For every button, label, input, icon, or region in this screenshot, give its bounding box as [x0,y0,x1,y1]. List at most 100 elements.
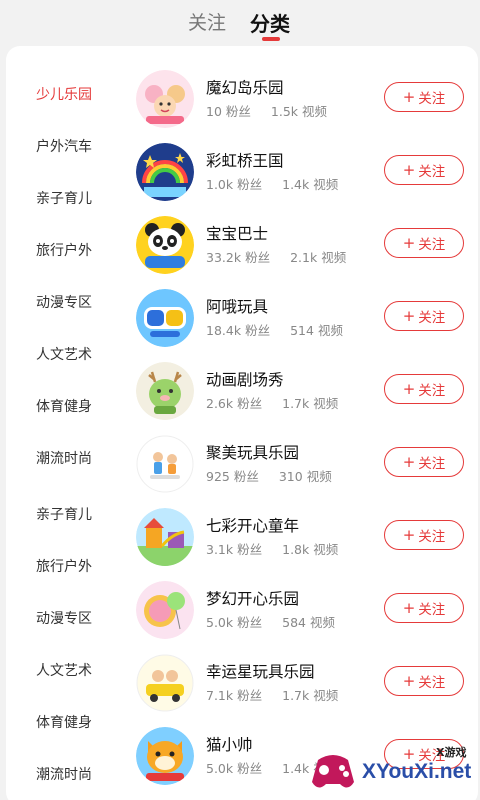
follow-button[interactable]: + 关注 [384,520,464,550]
fans-unit: 粉丝 [245,323,271,338]
active-tab-indicator [262,37,280,41]
follow-button[interactable]: + 关注 [384,447,464,477]
fans-count: 10 [206,104,222,119]
balloon-avatar-icon[interactable] [136,581,194,639]
cartoon-kids-avatar-icon[interactable] [136,70,194,128]
channel-stats: 2.6k 粉丝 1.7k 视频 [206,393,342,412]
channel-name[interactable]: 幸运星玩具乐园 [206,660,315,682]
channel-stats: 5.0k 粉丝 584 视频 [206,612,339,631]
fans-unit: 粉丝 [237,688,263,703]
fans-count: 7.1k [206,688,234,703]
channel-row[interactable]: 魔幻岛乐园 10 粉丝 1.5k 视频 + 关注 [136,70,472,130]
plus-icon: + [402,379,416,398]
tab-follow[interactable]: 关注 [188,8,226,35]
sidebar-item-parenting-2[interactable]: 亲子育儿 [36,504,92,524]
rainbow-stars-avatar-icon[interactable] [136,143,194,201]
plus-icon: + [402,160,416,179]
videos-unit: 视频 [313,542,339,557]
channel-name[interactable]: 阿哦玩具 [206,295,268,317]
videos-unit: 视频 [309,615,335,630]
follow-button[interactable]: + 关注 [384,228,464,258]
plus-icon: + [402,233,416,252]
sidebar-item-fashion[interactable]: 潮流时尚 [36,448,92,468]
two-kids-avatar-icon[interactable] [136,435,194,493]
category-panel: 少儿乐园 户外汽车 亲子育儿 旅行户外 动漫专区 人文艺术 体育健身 潮流时尚 … [6,46,478,800]
follow-button[interactable]: + 关注 [384,666,464,696]
channel-stats: 1.0k 粉丝 1.4k 视频 [206,174,342,193]
sidebar-item-arts[interactable]: 人文艺术 [36,344,92,364]
fans-count: 5.0k [206,761,234,776]
sidebar-item-anime[interactable]: 动漫专区 [36,292,92,312]
gamepad-logo-icon [312,755,354,788]
videos-unit: 视频 [317,323,343,338]
green-deer-avatar-icon[interactable] [136,362,194,420]
tiger-cat-avatar-icon[interactable] [136,727,194,785]
channel-row[interactable]: 幸运星玩具乐园 7.1k 粉丝 1.7k 视频 + 关注 [136,654,472,714]
follow-button-label: 关注 [418,602,446,618]
toy-logo-avatar-icon[interactable] [136,289,194,347]
sidebar-item-travel-2[interactable]: 旅行户外 [36,556,92,576]
channel-row[interactable]: 动画剧场秀 2.6k 粉丝 1.7k 视频 + 关注 [136,362,472,422]
sidebar-item-travel[interactable]: 旅行户外 [36,240,92,260]
channel-row[interactable]: 梦幻开心乐园 5.0k 粉丝 584 视频 + 关注 [136,581,472,641]
channel-name[interactable]: 宝宝巴士 [206,222,268,244]
channel-stats: 3.1k 粉丝 1.8k 视频 [206,539,342,558]
channel-row[interactable]: 阿哦玩具 18.4k 粉丝 514 视频 + 关注 [136,289,472,349]
channel-stats: 18.4k 粉丝 514 视频 [206,320,347,339]
channel-row[interactable]: 彩虹桥王国 1.0k 粉丝 1.4k 视频 + 关注 [136,143,472,203]
fans-unit: 粉丝 [225,104,251,119]
channel-row[interactable]: 宝宝巴士 33.2k 粉丝 2.1k 视频 + 关注 [136,216,472,276]
channel-name[interactable]: 猫小帅 [206,733,253,755]
tab-category[interactable]: 分类 [250,8,290,37]
follow-button-label: 关注 [418,675,446,691]
fans-unit: 粉丝 [237,177,263,192]
follow-button[interactable]: + 关注 [384,374,464,404]
videos-count: 1.7k [282,396,310,411]
fans-unit: 粉丝 [237,542,263,557]
videos-unit: 视频 [321,250,347,265]
plus-icon: + [402,306,416,325]
sidebar-item-fashion-2[interactable]: 潮流时尚 [36,764,92,784]
sidebar-item-outdoor-car[interactable]: 户外汽车 [36,136,92,156]
channel-name[interactable]: 聚美玩具乐园 [206,441,299,463]
sidebar-item-kids-park[interactable]: 少儿乐园 [36,84,92,104]
videos-unit: 视频 [313,396,339,411]
fans-count: 18.4k [206,323,242,338]
follow-button[interactable]: + 关注 [384,301,464,331]
videos-count: 1.7k [282,688,310,703]
channel-name[interactable]: 七彩开心童年 [206,514,299,536]
channel-name[interactable]: 魔幻岛乐园 [206,76,284,98]
fans-unit: 粉丝 [237,615,263,630]
sidebar-item-sports[interactable]: 体育健身 [36,396,92,416]
kids-car-avatar-icon[interactable] [136,654,194,712]
playground-avatar-icon[interactable] [136,508,194,566]
follow-button[interactable]: + 关注 [384,155,464,185]
fans-count: 925 [206,469,230,484]
channel-row[interactable]: 聚美玩具乐园 925 粉丝 310 视频 + 关注 [136,435,472,495]
panda-bus-avatar-icon[interactable] [136,216,194,274]
sidebar-item-anime-2[interactable]: 动漫专区 [36,608,92,628]
fans-count: 33.2k [206,250,242,265]
sidebar-item-sports-2[interactable]: 体育健身 [36,712,92,732]
videos-unit: 视频 [313,688,339,703]
fans-unit: 粉丝 [237,761,263,776]
videos-unit: 视频 [306,469,332,484]
follow-button-label: 关注 [418,310,446,326]
videos-count: 310 [278,469,303,484]
channel-name[interactable]: 动画剧场秀 [206,368,284,390]
follow-button[interactable]: + 关注 [384,82,464,112]
plus-icon: + [402,525,416,544]
sidebar-item-parenting[interactable]: 亲子育儿 [36,188,92,208]
follow-button[interactable]: + 关注 [384,593,464,623]
channel-name[interactable]: 梦幻开心乐园 [206,587,299,609]
channel-name[interactable]: 彩虹桥王国 [206,149,284,171]
channel-row[interactable]: 七彩开心童年 3.1k 粉丝 1.8k 视频 + 关注 [136,508,472,568]
follow-button-label: 关注 [418,529,446,545]
videos-count: 1.5k [270,104,299,119]
sidebar-item-arts-2[interactable]: 人文艺术 [36,660,92,680]
videos-unit: 视频 [313,177,339,192]
videos-count: 1.4k [282,177,310,192]
videos-count: 584 [282,615,306,630]
fans-count: 5.0k [206,615,234,630]
fans-count: 1.0k [206,177,234,192]
